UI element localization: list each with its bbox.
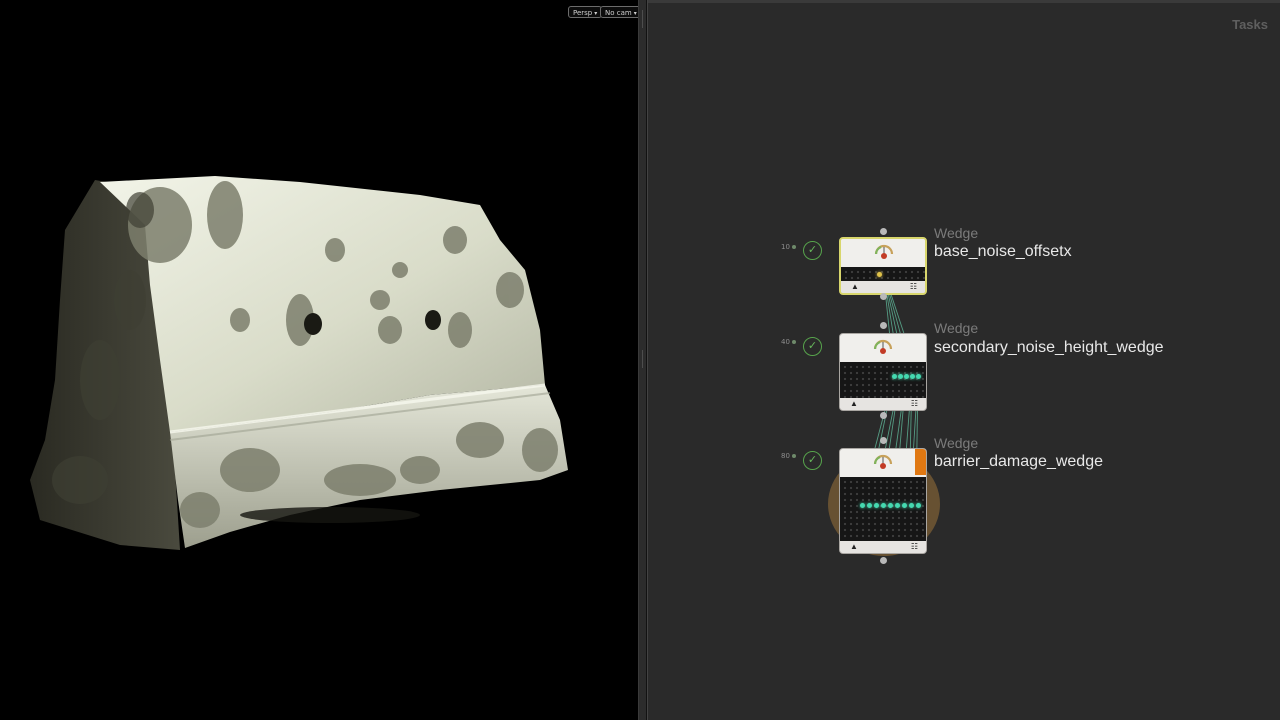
view-menu-button[interactable]: Persp ▾ (568, 6, 603, 18)
warning-icon: ▲ (850, 542, 858, 551)
pane-splitter[interactable] (638, 0, 647, 720)
checkmark-icon: ✓ (803, 451, 822, 470)
list-icon[interactable]: ☷ (911, 398, 918, 410)
gauge-icon (873, 339, 893, 354)
warning-icon: ▲ (850, 399, 858, 408)
chevron-down-icon: ▾ (633, 10, 637, 17)
node-name-label[interactable]: barrier_damage_wedge (934, 453, 1103, 471)
node-type-label: Wedge (934, 435, 979, 451)
chevron-down-icon: ▾ (594, 10, 598, 17)
node-input-port[interactable] (880, 322, 887, 329)
work-item-count: 40 (781, 338, 796, 346)
wedge-node-base-noise-offsetx[interactable]: ▲ ☷ (839, 237, 927, 295)
node-type-label: Wedge (934, 225, 979, 241)
scene-viewport[interactable]: Persp ▾ No cam ▾ (0, 0, 638, 720)
node-input-port[interactable] (880, 437, 887, 444)
node-type-label: Wedge (934, 320, 979, 336)
node-input-port[interactable] (880, 228, 887, 235)
network-editor[interactable]: Tasks 10 ✓ ▲ ☷ Wedge base_noise_offsetx … (647, 0, 1280, 720)
work-item-count: 80 (781, 452, 796, 460)
gauge-icon (874, 244, 894, 259)
wedge-node-secondary-noise-height[interactable]: ▲ ☷ (839, 333, 927, 411)
concrete-barrier-render (30, 176, 568, 550)
node-name-label[interactable]: secondary_noise_height_wedge (934, 339, 1164, 357)
work-item-count: 10 (781, 243, 796, 251)
node-wires (859, 269, 919, 506)
splitter-grip (642, 350, 643, 368)
warning-icon: ▲ (851, 282, 859, 291)
node-output-port[interactable] (880, 557, 887, 564)
checkmark-icon: ✓ (803, 337, 822, 356)
list-icon[interactable]: ☷ (910, 281, 917, 293)
node-output-port[interactable] (880, 412, 887, 419)
cook-status-flag (915, 449, 926, 475)
node-name-label[interactable]: base_noise_offsetx (934, 243, 1072, 261)
camera-menu-button[interactable]: No cam ▾ (600, 6, 638, 18)
checkmark-icon: ✓ (803, 241, 822, 260)
splitter-grip (642, 10, 643, 28)
node-output-port[interactable] (880, 293, 887, 300)
gauge-icon (873, 454, 893, 469)
list-icon[interactable]: ☷ (911, 541, 918, 553)
wedge-node-barrier-damage[interactable]: ▲ ☷ (839, 448, 927, 554)
